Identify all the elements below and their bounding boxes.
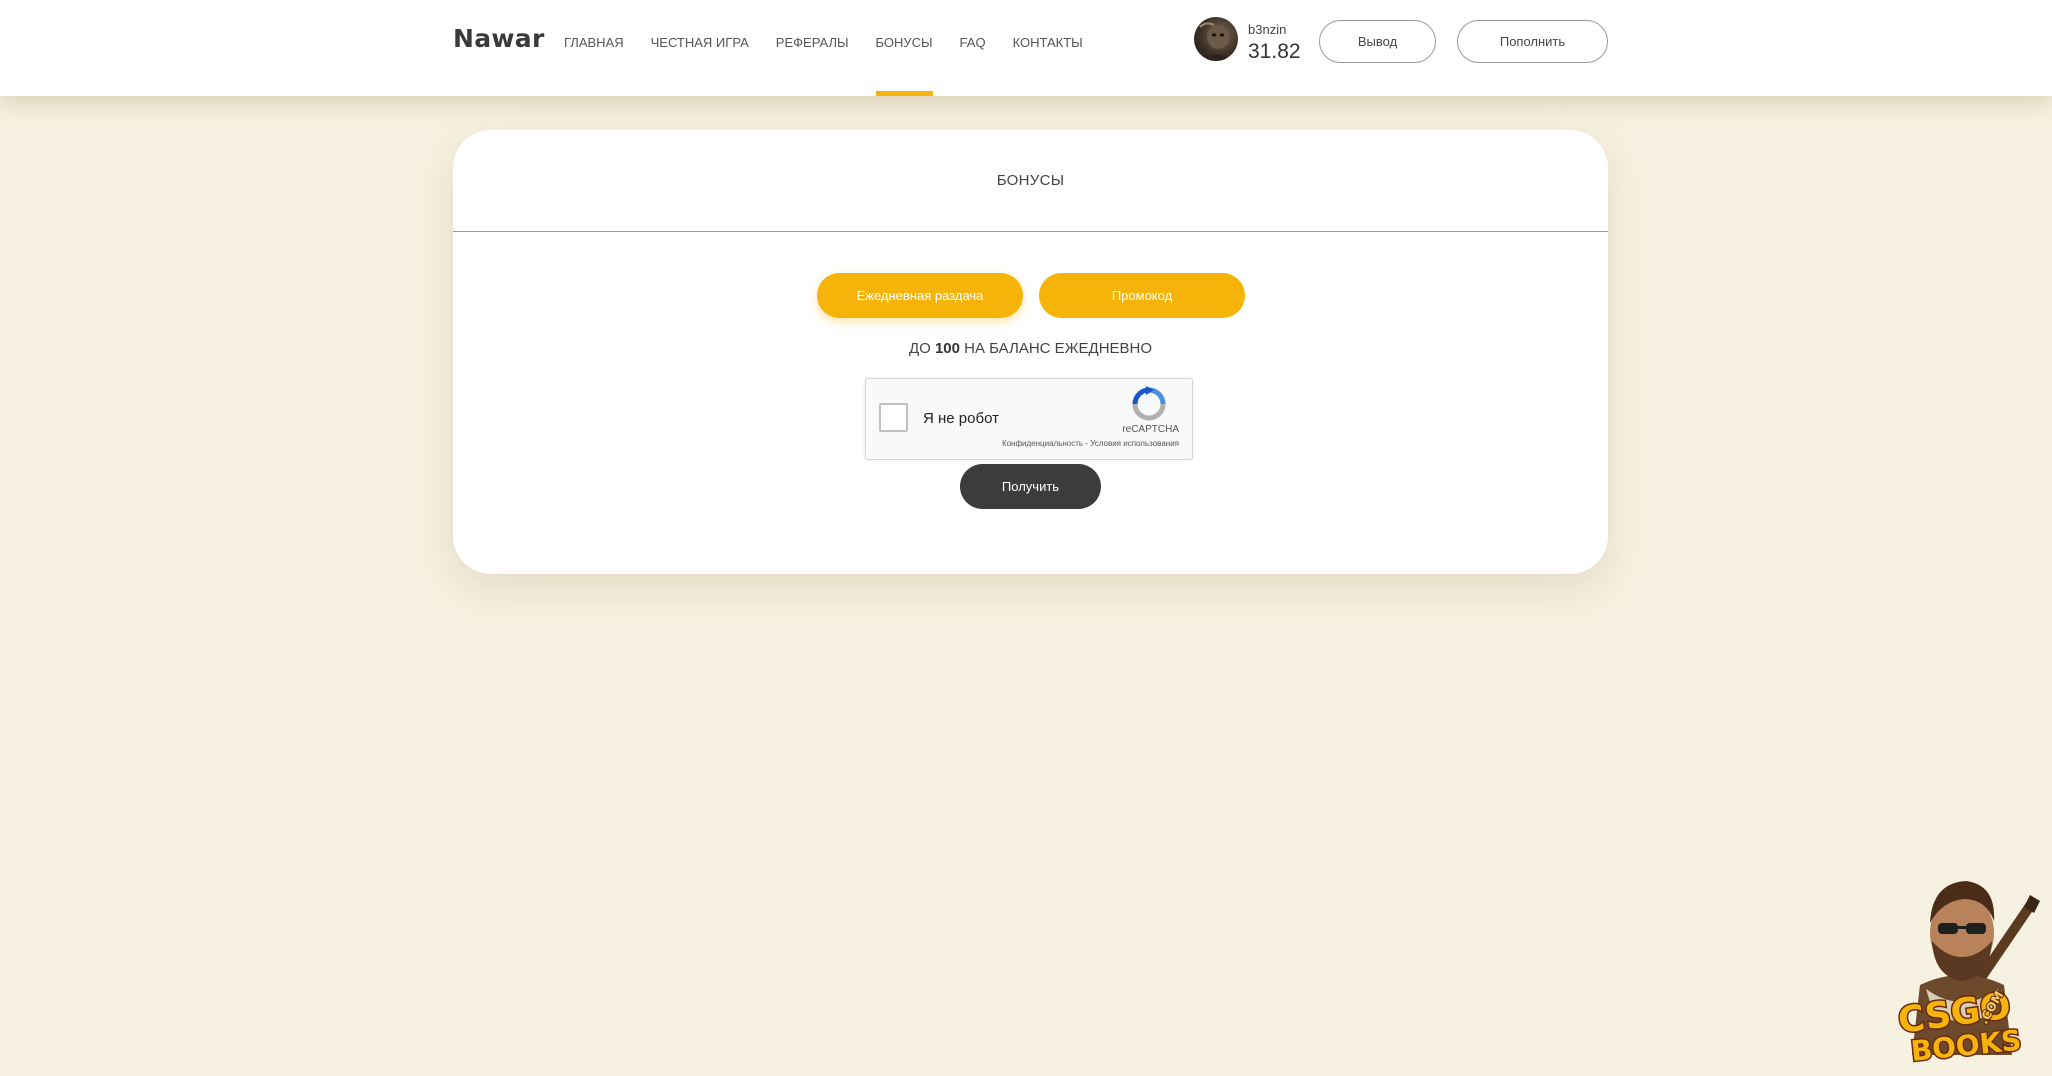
bonus-description-prefix: ДО [908, 340, 935, 357]
site-logo[interactable]: Nawar [453, 24, 545, 53]
bonus-card: БОНУСЫ Ежедневная раздача Промокод ДО 10… [453, 130, 1608, 574]
nav-item-home[interactable]: ГЛАВНАЯ [564, 0, 624, 96]
nav-item-referrals[interactable]: РЕФЕРАЛЫ [776, 0, 849, 96]
nav-item-faq[interactable]: FAQ [960, 0, 986, 96]
csgobooks-mascot-logo[interactable]: CSGO .COM BOOKS [1882, 865, 2042, 1065]
daily-giveaway-tab[interactable]: Ежедневная раздача [817, 273, 1023, 318]
recaptcha-logo-icon [1132, 386, 1166, 421]
recaptcha-widget: Я не робот reCAPTCHA Конфиденциальность … [865, 378, 1193, 460]
bonus-amount: 100 [934, 340, 960, 357]
recaptcha-privacy-link[interactable]: Конфиденциальность [1002, 439, 1083, 448]
recaptcha-label: Я не робот [923, 410, 999, 427]
username: b3nzin [1248, 22, 1287, 37]
recaptcha-links: Конфиденциальность - Условия использован… [1002, 439, 1179, 448]
recaptcha-checkbox[interactable] [879, 403, 908, 432]
bonus-description: ДО 100 НА БАЛАНС ЕЖЕДНЕВНО [453, 340, 1608, 357]
nav-item-contacts[interactable]: КОНТАКТЫ [1013, 0, 1083, 96]
site-header: Nawar ГЛАВНАЯ ЧЕСТНАЯ ИГРА РЕФЕРАЛЫ БОНУ… [0, 0, 2052, 96]
withdraw-button[interactable]: Вывод [1319, 20, 1436, 63]
user-avatar[interactable] [1194, 17, 1238, 61]
user-balance: 31.82 [1248, 40, 1301, 63]
nav-item-bonuses[interactable]: БОНУСЫ [875, 0, 933, 96]
nav-item-fair-play[interactable]: ЧЕСТНАЯ ИГРА [651, 0, 749, 96]
promo-code-tab[interactable]: Промокод [1039, 273, 1245, 318]
avatar-image [1199, 22, 1230, 61]
main-nav: ГЛАВНАЯ ЧЕСТНАЯ ИГРА РЕФЕРАЛЫ БОНУСЫ FAQ… [564, 0, 1110, 96]
claim-bonus-button[interactable]: Получить [960, 464, 1101, 509]
deposit-button[interactable]: Пополнить [1457, 20, 1608, 63]
bonus-description-suffix: НА БАЛАНС ЕЖЕДНЕВНО [959, 340, 1153, 357]
card-title: БОНУСЫ [996, 172, 1065, 189]
recaptcha-brand: reCAPTCHA [1122, 424, 1179, 435]
recaptcha-terms-link[interactable]: Условия использования [1090, 439, 1179, 448]
card-divider [453, 231, 1608, 232]
